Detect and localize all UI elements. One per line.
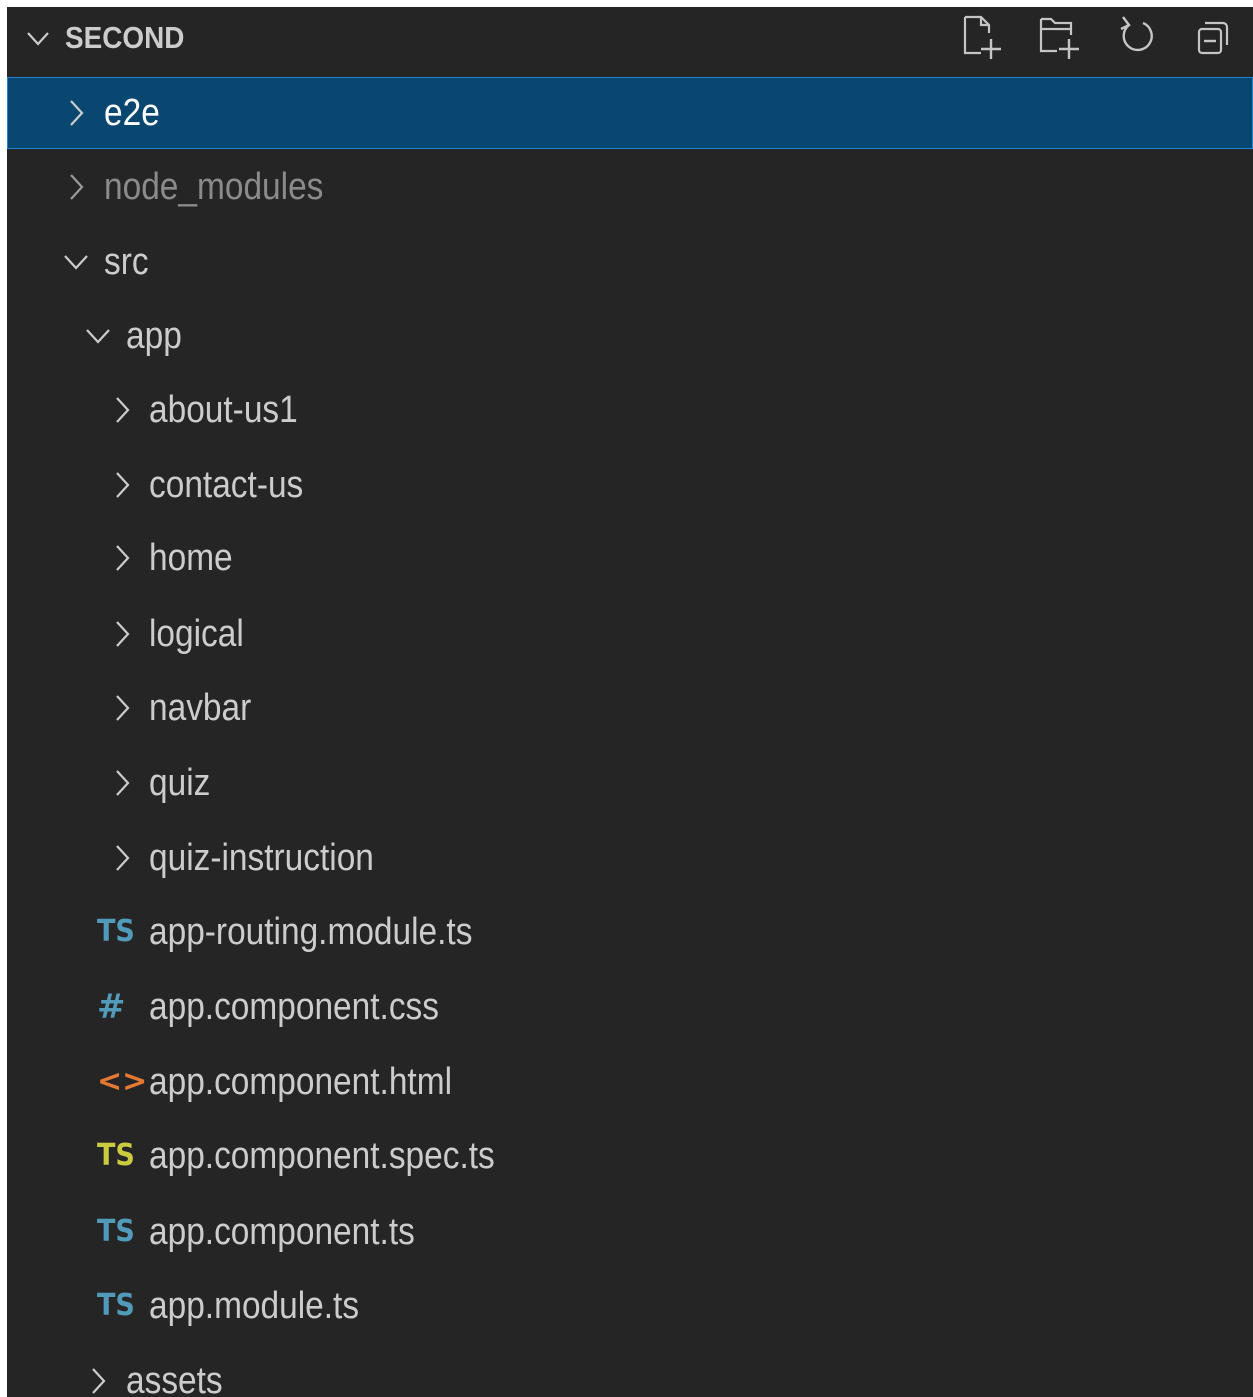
chevron-right-icon	[109, 769, 135, 797]
chevron-right-icon	[85, 1367, 111, 1395]
tree-item-label: e2e	[104, 92, 160, 134]
tree-item-label: app.component.html	[149, 1061, 453, 1103]
file-item-app-component-ts[interactable]: TS app.component.ts	[7, 1196, 1253, 1268]
tree-item-label: node_modules	[104, 166, 324, 208]
folder-item-app[interactable]: app	[7, 300, 1253, 372]
folder-item-quiz-instruction[interactable]: quiz-instruction	[7, 822, 1253, 894]
refresh-icon	[1120, 16, 1153, 52]
chevron-down-icon	[25, 25, 51, 51]
ts-file-icon: TS	[97, 1214, 135, 1249]
folder-item-node-modules[interactable]: node_modules	[7, 151, 1253, 223]
html-file-icon: <>	[97, 1064, 148, 1099]
folder-item-contact-us[interactable]: contact-us	[7, 449, 1253, 521]
tree-item-label: quiz-instruction	[149, 837, 374, 879]
tree-item-label: app	[126, 315, 182, 357]
tree-item-label: about-us1	[149, 389, 298, 431]
tree-item-label: logical	[149, 613, 244, 655]
folder-item-home[interactable]: home	[7, 522, 1253, 594]
ts-spec-file-icon: TS	[97, 1138, 135, 1173]
tree-item-label: assets	[126, 1360, 223, 1397]
tree-item-label: src	[104, 241, 149, 283]
chevron-right-icon	[109, 396, 135, 424]
new-folder-button[interactable]	[1037, 13, 1081, 61]
chevron-right-icon	[63, 173, 89, 201]
tree-item-label: app-routing.module.ts	[149, 911, 473, 953]
chevron-right-icon	[109, 844, 135, 872]
ts-file-icon: TS	[97, 1288, 135, 1323]
explorer-section-header[interactable]: SECOND	[7, 7, 1253, 69]
folder-item-navbar[interactable]: navbar	[7, 672, 1253, 744]
tree-item-label: quiz	[149, 762, 211, 804]
file-item-app-component-html[interactable]: <> app.component.html	[7, 1046, 1253, 1118]
folder-item-logical[interactable]: logical	[7, 598, 1253, 670]
new-folder-icon	[1039, 17, 1079, 59]
collapse-all-button[interactable]	[1193, 13, 1237, 61]
file-item-app-component-css[interactable]: # app.component.css	[7, 971, 1253, 1043]
folder-item-e2e[interactable]: e2e	[7, 77, 1253, 149]
new-file-button[interactable]	[961, 13, 1005, 61]
folder-item-src[interactable]: src	[7, 226, 1253, 298]
chevron-right-icon	[109, 620, 135, 648]
new-file-icon	[963, 15, 1001, 59]
tree-item-label: contact-us	[149, 464, 304, 506]
file-item-app-routing-module-ts[interactable]: TS app-routing.module.ts	[7, 896, 1253, 968]
collapse-all-icon	[1197, 21, 1229, 55]
tree-item-label: app.component.spec.ts	[149, 1135, 495, 1177]
chevron-right-icon	[63, 99, 89, 127]
chevron-down-icon	[63, 248, 89, 276]
explorer-panel: SECOND e2e node_modules src app about-us…	[7, 7, 1253, 1397]
folder-item-quiz[interactable]: quiz	[7, 747, 1253, 819]
file-item-app-module-ts[interactable]: TS app.module.ts	[7, 1270, 1253, 1342]
file-item-app-component-spec-ts[interactable]: TS app.component.spec.ts	[7, 1120, 1253, 1192]
ts-file-icon: TS	[97, 914, 135, 949]
folder-item-assets[interactable]: assets	[7, 1345, 1253, 1397]
tree-item-label: navbar	[149, 687, 252, 729]
refresh-button[interactable]	[1115, 13, 1159, 61]
tree-item-label: app.component.css	[149, 986, 439, 1028]
chevron-down-icon	[85, 322, 111, 350]
chevron-right-icon	[109, 544, 135, 572]
tree-item-label: home	[149, 537, 233, 579]
folder-item-about-us1[interactable]: about-us1	[7, 374, 1253, 446]
css-file-icon: #	[97, 987, 126, 1027]
tree-item-label: app.component.ts	[149, 1211, 415, 1253]
tree-item-label: app.module.ts	[149, 1285, 360, 1327]
chevron-right-icon	[109, 694, 135, 722]
chevron-right-icon	[109, 471, 135, 499]
section-title: SECOND	[65, 20, 185, 55]
